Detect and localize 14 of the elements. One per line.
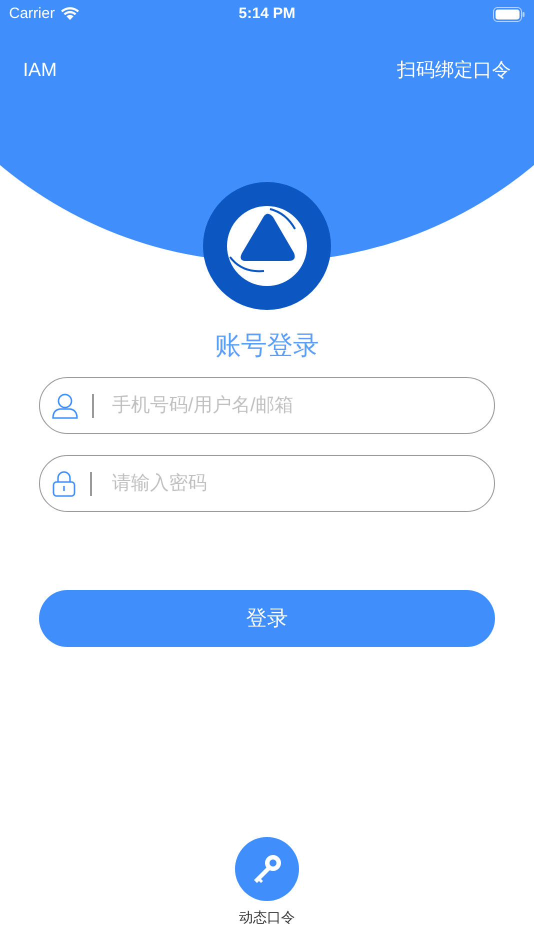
username-field[interactable]: 手机号码/用户名/邮箱	[39, 377, 495, 434]
app-title: IAM	[23, 58, 57, 83]
login-button[interactable]: 登录	[39, 590, 495, 647]
login-title: 账号登录	[215, 329, 319, 362]
logo-icon	[202, 181, 332, 311]
user-icon	[52, 392, 78, 418]
wifi-icon	[60, 7, 80, 21]
carrier-label: Carrier	[9, 4, 55, 24]
battery-icon	[493, 6, 525, 22]
status-time: 5:14 PM	[238, 4, 296, 24]
dynamic-token-label: 动态口令	[239, 908, 295, 927]
lock-icon	[52, 470, 76, 496]
scan-bind-link[interactable]: 扫码绑定口令	[397, 56, 511, 86]
password-field[interactable]: 请输入密码	[39, 455, 495, 512]
